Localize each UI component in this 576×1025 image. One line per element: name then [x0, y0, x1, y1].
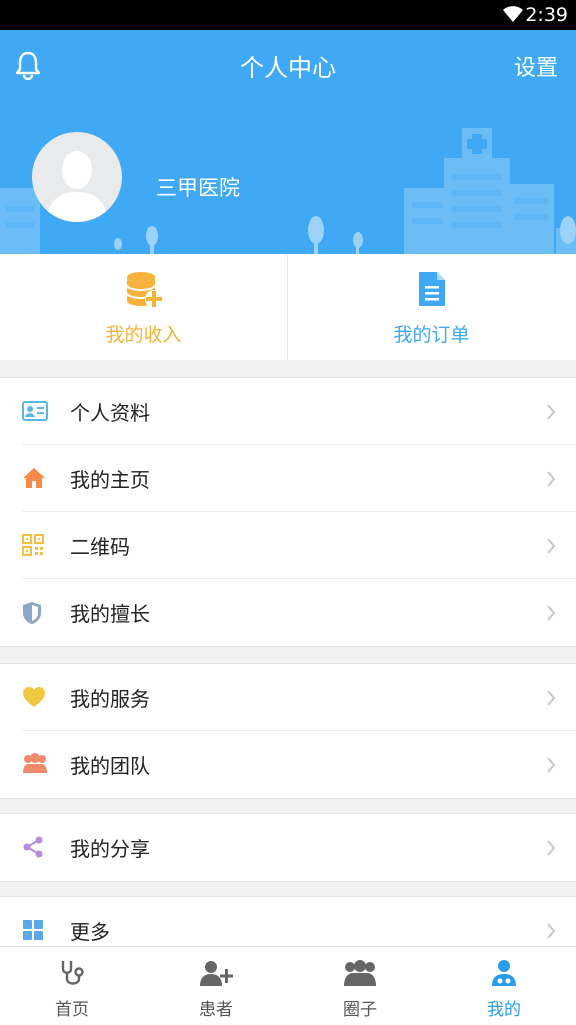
tab-circle[interactable]: 圈子 [288, 947, 432, 1025]
status-bar: 2:39 [0, 0, 576, 30]
menu-label: 我的擅长 [70, 602, 150, 626]
chevron-right-icon [546, 538, 556, 558]
home-icon [22, 467, 46, 491]
menu-label: 我的服务 [70, 687, 150, 711]
tab-patients[interactable]: 患者 [144, 947, 288, 1025]
income-button[interactable]: 我的收入 [0, 254, 287, 360]
heart-icon [22, 686, 46, 710]
bottom-tab-bar: 首页 患者 圈子 我的 [0, 946, 576, 1025]
profile-header: 个人中心 设置 三甲医院 [0, 30, 576, 254]
tab-mine[interactable]: 我的 [432, 947, 576, 1025]
chevron-right-icon [546, 605, 556, 625]
hospital-name: 三甲医院 [156, 176, 240, 200]
menu-item-qrcode[interactable]: 二维码 [0, 512, 576, 579]
tab-home[interactable]: 首页 [0, 947, 144, 1025]
share-icon [22, 836, 46, 860]
settings-button[interactable]: 设置 [514, 50, 558, 82]
menu-label: 二维码 [70, 535, 130, 559]
menu-item-profile[interactable]: 个人资料 [0, 378, 576, 445]
wifi-icon [502, 5, 524, 27]
menu-group-profile: 个人资料 我的主页 二维码 我的擅长 [0, 377, 576, 647]
chevron-right-icon [546, 840, 556, 860]
orders-label: 我的订单 [393, 324, 470, 346]
coin-stack-plus-icon [124, 270, 164, 314]
chevron-right-icon [546, 923, 556, 943]
orders-button[interactable]: 我的订单 [288, 254, 575, 360]
menu-group-share: 我的分享 [0, 813, 576, 882]
shield-icon [22, 601, 46, 625]
tab-label: 患者 [199, 1000, 233, 1020]
chevron-right-icon [546, 471, 556, 491]
qr-code-icon [22, 534, 46, 558]
status-time: 2:39 [525, 4, 568, 26]
menu-label: 我的团队 [70, 754, 150, 778]
quick-actions: 我的收入 我的订单 [0, 254, 576, 360]
tab-label: 圈子 [343, 1000, 377, 1020]
add-patient-icon [199, 959, 233, 991]
id-card-icon [22, 400, 48, 424]
menu-item-team[interactable]: 我的团队 [0, 731, 576, 798]
menu-label: 我的主页 [70, 468, 150, 492]
menu-item-service[interactable]: 我的服务 [0, 664, 576, 731]
menu-item-expertise[interactable]: 我的擅长 [0, 579, 576, 646]
menu-label: 个人资料 [70, 401, 150, 425]
document-icon [417, 270, 447, 312]
avatar[interactable] [32, 132, 122, 222]
chevron-right-icon [546, 757, 556, 777]
menu-item-share[interactable]: 我的分享 [0, 814, 576, 881]
stethoscope-icon [59, 959, 85, 991]
tab-label: 我的 [487, 1000, 521, 1020]
page-title: 个人中心 [240, 54, 336, 82]
group-icon [343, 959, 377, 991]
team-icon [22, 753, 47, 777]
income-label: 我的收入 [105, 324, 182, 346]
grid-icon [22, 919, 46, 943]
doctor-icon [490, 959, 518, 991]
menu-item-homepage[interactable]: 我的主页 [0, 445, 576, 512]
chevron-right-icon [546, 690, 556, 710]
chevron-right-icon [546, 404, 556, 424]
menu-group-service: 我的服务 我的团队 [0, 663, 576, 799]
tab-label: 首页 [55, 1000, 89, 1020]
menu-label: 我的分享 [70, 837, 150, 861]
menu-label: 更多 [70, 920, 110, 944]
